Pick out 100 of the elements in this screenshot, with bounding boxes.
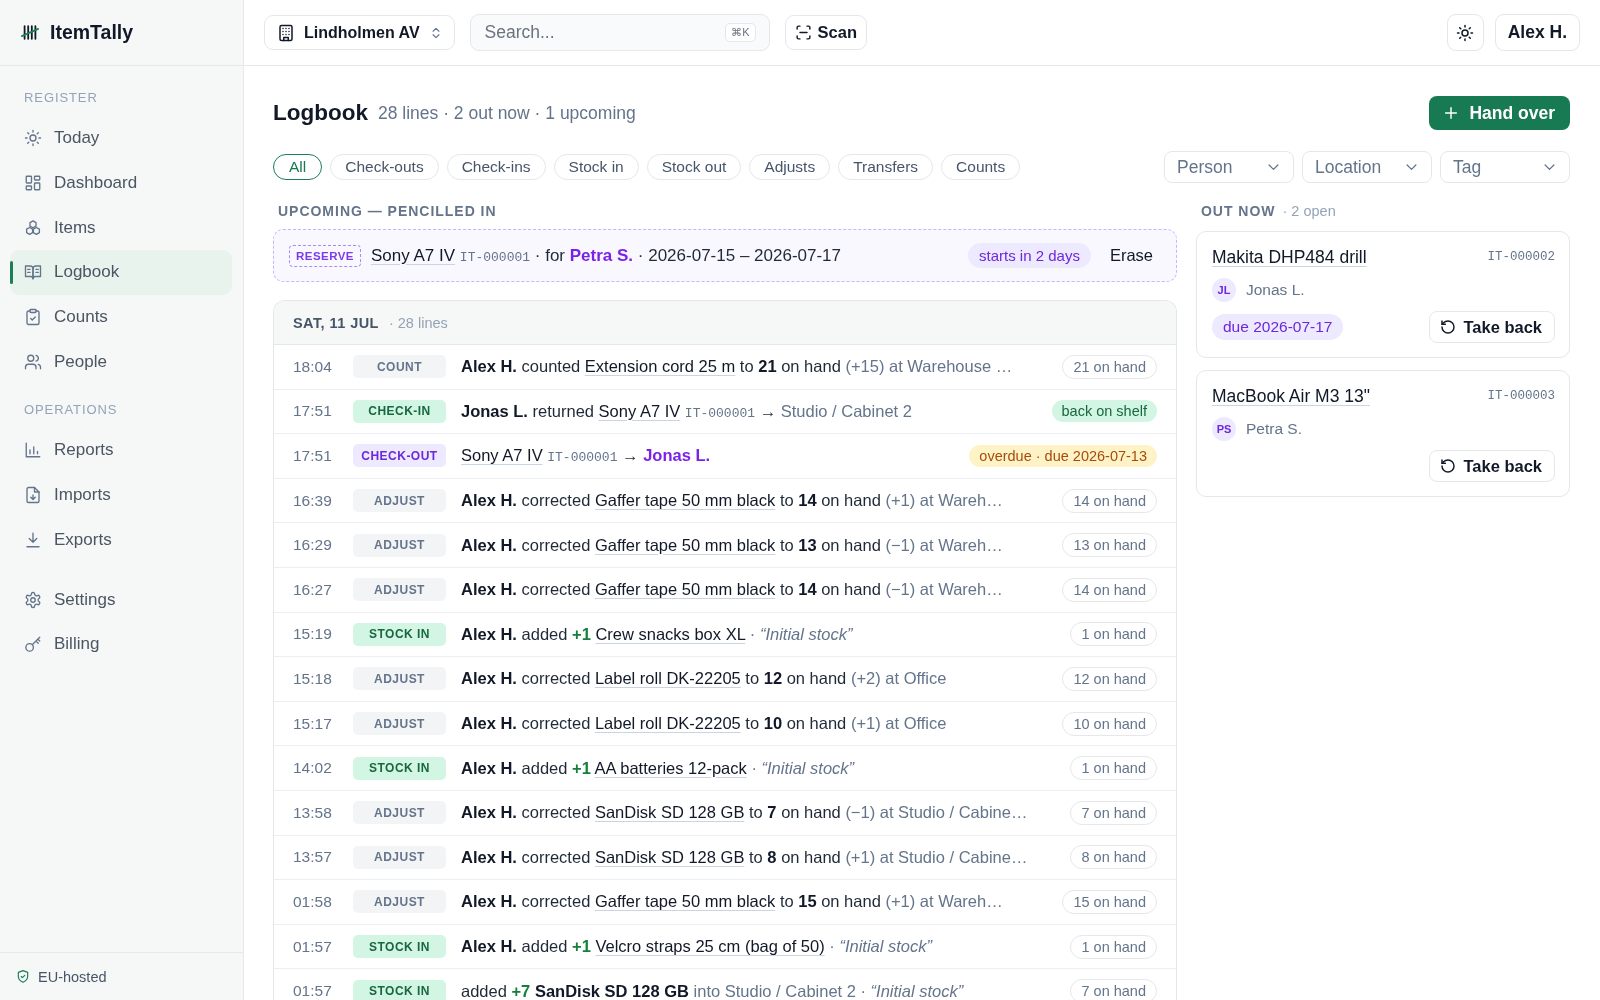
item-link[interactable]: Extension cord 25 m [584, 357, 736, 376]
item-link[interactable]: Crew snacks box XL [595, 624, 746, 643]
nav-item[interactable]: Today [10, 116, 232, 161]
reservation-text: Sony A7 IV IT-000001 · for Petra S. · 2026-07-15 – 2026-07-17 [371, 245, 841, 266]
filter-chip[interactable]: Stock out [646, 154, 742, 180]
filter-dropdown[interactable]: Tag [1440, 151, 1570, 183]
nav-item[interactable]: Items [10, 205, 232, 251]
log-entry: Alex H. corrected Gaffer tape 50 mm black to 15 on hand (+1) at Wareh… [461, 892, 1004, 912]
log-entry: Sony A7 IV IT-000001 → Jonas L. [461, 446, 712, 466]
filter-chip[interactable]: Check-ins [446, 154, 546, 180]
item-link[interactable]: Velcro straps 25 cm (bag of 50) [595, 937, 825, 955]
undo-arrow-icon [1440, 458, 1457, 474]
person-link[interactable]: Jonas L. [643, 446, 711, 465]
entry-type-badge: ADJUST [353, 578, 446, 602]
hand-over-button[interactable]: Hand over [1429, 96, 1570, 130]
status-pill: 15 on hand [1062, 889, 1157, 914]
log-time: 15:17 [293, 714, 333, 733]
theme-toggle-button[interactable] [1446, 14, 1484, 51]
location-selector[interactable]: Lindholmen AV [264, 15, 455, 50]
status-pill: 10 on hand [1062, 711, 1157, 736]
item-link[interactable]: Sony A7 IV [371, 245, 456, 265]
item-link[interactable]: Sony A7 IV [598, 401, 681, 420]
status-pill: 21 on hand [1062, 354, 1157, 379]
item-link[interactable]: SanDisk SD 128 GB [594, 847, 745, 866]
nav-item[interactable]: Settings [10, 577, 232, 622]
log-entry: Alex H. corrected Gaffer tape 50 mm black to 13 on hand (−1) at Wareh… [461, 535, 1004, 555]
open-book-icon [24, 263, 42, 282]
item-link[interactable]: Gaffer tape 50 mm black [594, 491, 776, 510]
nav-item[interactable]: Imports [10, 472, 232, 518]
line-count: · 28 lines [388, 314, 448, 331]
erase-button[interactable]: Erase [1100, 240, 1162, 271]
status-pill: 1 on hand [1070, 622, 1157, 647]
item-link[interactable]: Gaffer tape 50 mm black [594, 580, 776, 599]
dashboard-grid-icon [24, 174, 42, 193]
take-back-button[interactable]: Take back [1429, 311, 1555, 343]
person-link[interactable]: Petra S. [569, 245, 634, 265]
log-entry: Alex H. corrected Gaffer tape 50 mm black to 14 on hand (+1) at Wareh… [461, 491, 1004, 511]
borrower-name: Jonas L. [1246, 281, 1305, 299]
nav-item[interactable]: Exports [10, 517, 232, 563]
item-link[interactable]: SanDisk SD 128 GB [594, 803, 745, 822]
scan-button[interactable]: Scan [784, 15, 867, 50]
sun-icon [1456, 23, 1475, 42]
log-time: 15:18 [293, 669, 333, 688]
filter-chip[interactable]: Stock in [553, 154, 639, 180]
plus-icon [1443, 105, 1460, 121]
nav-item[interactable]: Counts [10, 294, 232, 340]
log-entry: Alex H. added +1 Crew snacks box XL · “Initial stock” [461, 624, 854, 644]
nav-item[interactable]: People [10, 339, 232, 385]
item-link[interactable]: Label roll DK-22205 [594, 669, 741, 688]
item-link[interactable]: Label roll DK-22205 [594, 714, 741, 733]
day-label: SAT, 11 JUL [293, 314, 379, 331]
entry-type-badge: ADJUST [353, 801, 446, 825]
log-time: 15:19 [293, 625, 333, 644]
log-entry: Alex H. corrected SanDisk SD 128 GB to 8 on hand (+1) at Studio / Cabine… [461, 847, 1029, 867]
log-time: 16:27 [293, 580, 333, 599]
item-link[interactable]: Gaffer tape 50 mm black [594, 892, 776, 911]
nav-item[interactable]: Dashboard [10, 160, 232, 206]
starts-in-badge: starts in 2 days [968, 243, 1091, 268]
item-link[interactable]: Gaffer tape 50 mm black [594, 535, 776, 554]
nav-section-label: OPERATIONS [23, 402, 119, 419]
nav-item[interactable]: Reports [10, 428, 232, 473]
log-time: 16:29 [293, 536, 333, 555]
status-pill: 13 on hand [1062, 533, 1157, 558]
filter-chip[interactable]: Counts [941, 154, 1021, 180]
log-entry: Alex H. corrected Gaffer tape 50 mm black to 14 on hand (−1) at Wareh… [461, 580, 1004, 600]
filter-chip[interactable]: Adjusts [749, 154, 831, 180]
nav-item[interactable]: Logbook [10, 250, 232, 295]
entry-type-badge: ADJUST [353, 667, 446, 691]
status-pill: 8 on hand [1070, 845, 1157, 870]
filter-chip[interactable]: Check-outs [330, 154, 439, 180]
user-menu-button[interactable]: Alex H. [1494, 14, 1580, 51]
bar-chart-icon [24, 441, 42, 460]
section-heading: OUT NOW [1200, 203, 1276, 219]
item-link[interactable]: Makita DHP484 drill [1212, 246, 1367, 268]
scan-icon [794, 24, 812, 41]
log-time: 18:04 [293, 357, 333, 376]
log-time: 01:57 [293, 982, 333, 1000]
nav-item[interactable]: Billing [10, 621, 232, 667]
entry-type-badge: STOCK IN [353, 622, 446, 646]
take-back-button[interactable]: Take back [1429, 450, 1555, 482]
filter-dropdown[interactable]: Location [1302, 151, 1432, 183]
status-pill: 12 on hand [1062, 666, 1157, 691]
filter-dropdown[interactable]: Person [1164, 151, 1294, 183]
log-entry: Jonas L. returned Sony A7 IV IT-000001 → Studio / Cabinet 2 [461, 401, 913, 421]
filter-chip[interactable]: Transfers [838, 154, 934, 180]
status-pill: 7 on hand [1070, 979, 1157, 1000]
due-date-badge: due 2026-07-17 [1212, 314, 1344, 340]
entry-type-badge: ADJUST [353, 890, 446, 914]
item-link[interactable]: Sony A7 IV [461, 446, 543, 465]
log-time: 01:58 [293, 892, 333, 911]
filter-chip[interactable]: All [273, 154, 323, 180]
status-pill: overdue · due 2026-07-13 [969, 445, 1157, 467]
item-link[interactable]: AA batteries 12-pack [594, 758, 747, 777]
log-time: 17:51 [293, 402, 333, 421]
item-link[interactable]: MacBook Air M3 13" [1212, 385, 1370, 407]
app-name: ItemTally [50, 21, 134, 44]
page-title: Logbook [273, 100, 368, 126]
sun-icon [24, 129, 42, 148]
tally-marks-logo-icon [21, 25, 39, 40]
log-entry: Alex H. corrected Label roll DK-22205 to 10 on hand (+1) at Office [461, 714, 948, 734]
